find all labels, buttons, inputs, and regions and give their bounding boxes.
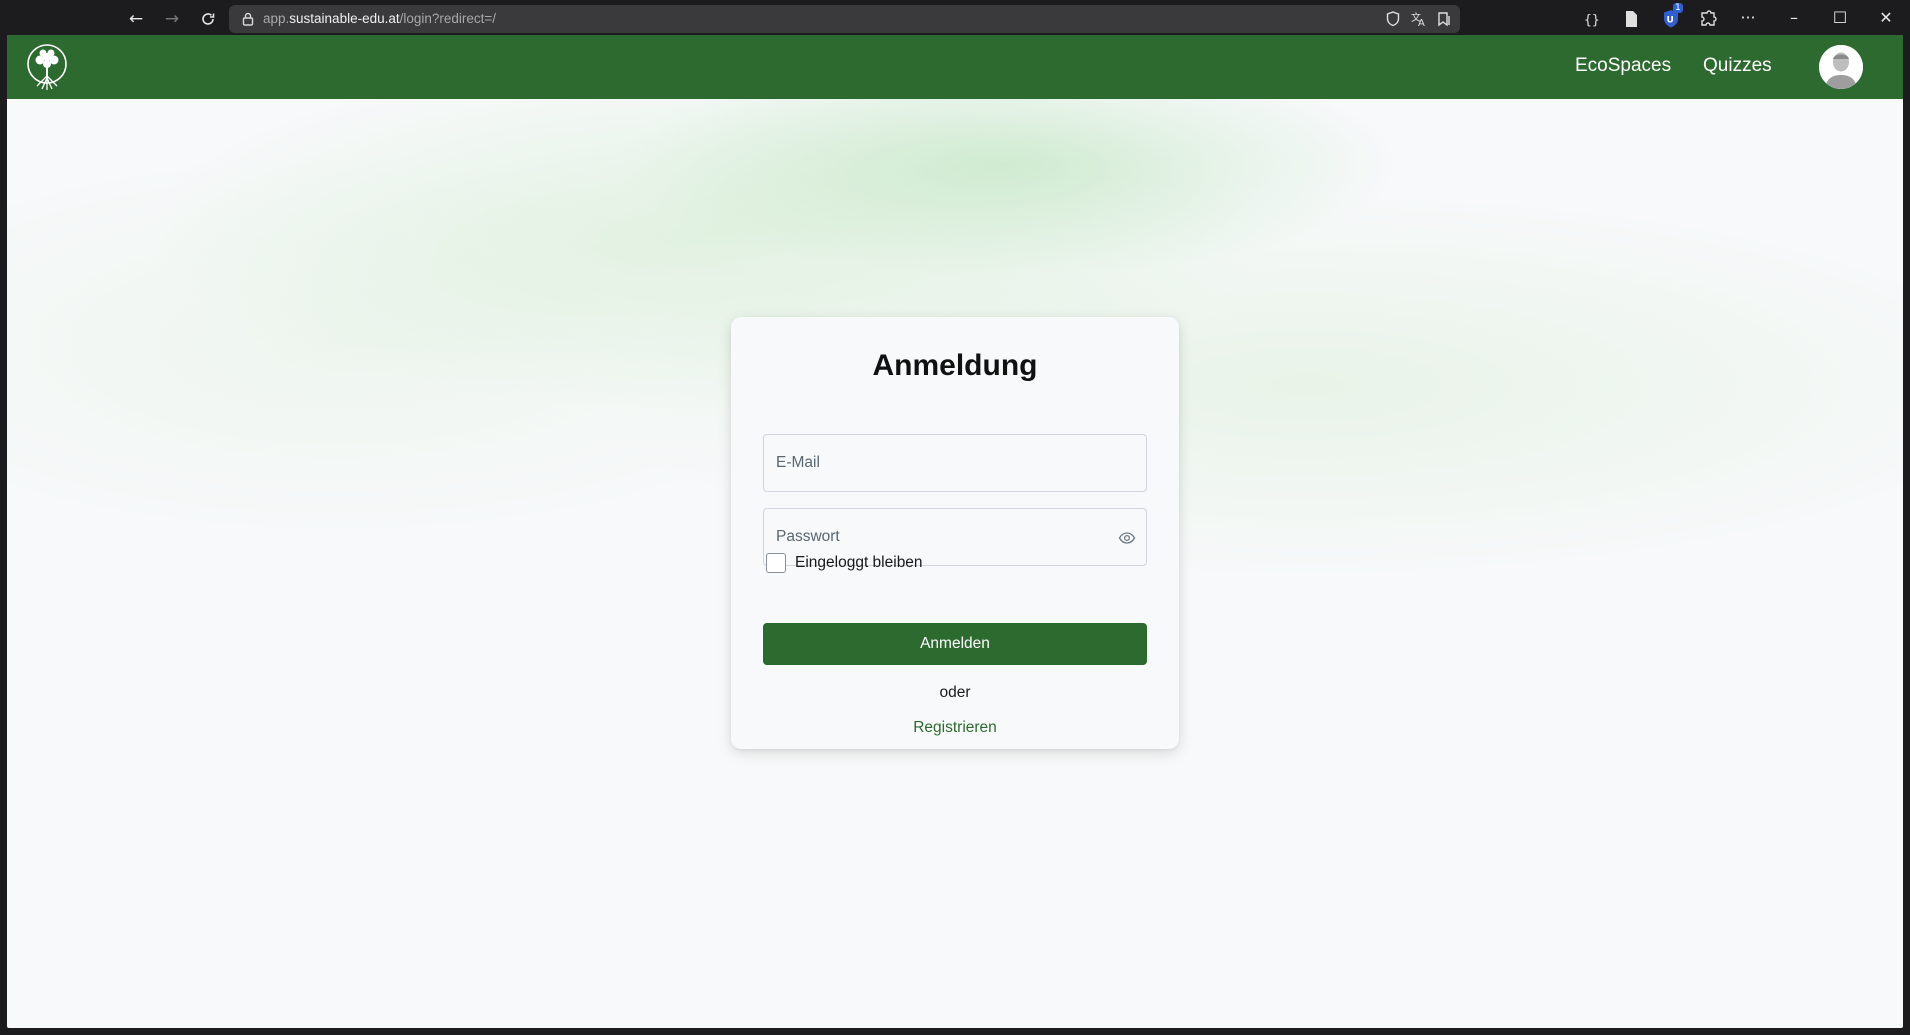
remember-me-label[interactable]: Eingeloggt bleiben (795, 554, 923, 572)
reader-view-icon[interactable] (1620, 8, 1642, 30)
svg-text:U: U (1667, 16, 1674, 26)
url-domain: sustainable-edu.at (289, 11, 400, 26)
nav-link-quizzes[interactable]: Quizzes (1703, 55, 1772, 77)
minimize-icon[interactable]: – (1782, 6, 1806, 30)
login-card: Anmeldung Eingeloggt bleiben Anmelden od… (731, 317, 1179, 749)
dev-tools-icon[interactable]: {} (1582, 8, 1604, 30)
translate-icon[interactable]: 文A (1410, 10, 1428, 28)
close-window-icon[interactable]: ✕ (1874, 6, 1898, 30)
bookmark-icon[interactable] (1435, 10, 1453, 28)
show-password-eye-icon[interactable] (1118, 529, 1136, 547)
maximize-icon[interactable]: ☐ (1828, 6, 1852, 30)
browser-toolbar: ← → app.sustainable-edu.at/login?redirec… (0, 0, 1910, 37)
forward-icon[interactable]: → (160, 7, 184, 31)
extensions-puzzle-icon[interactable] (1697, 8, 1719, 30)
login-submit-button[interactable]: Anmelden (763, 623, 1147, 665)
back-icon[interactable]: ← (124, 7, 148, 31)
email-field[interactable] (763, 434, 1147, 492)
url-path: /login?redirect=/ (399, 11, 497, 26)
address-bar[interactable]: app.sustainable-edu.at/login?redirect=/ … (229, 5, 1460, 33)
register-link[interactable]: Registrieren (913, 719, 997, 736)
page-viewport: EcoSpaces Quizzes Anmeldung Eingeloggt b… (7, 35, 1903, 1028)
svg-text:A: A (1418, 18, 1425, 28)
extension-badge: 1 (1673, 3, 1683, 13)
email-input[interactable] (764, 435, 1146, 491)
tracking-shield-icon[interactable] (1384, 10, 1402, 28)
or-separator: oder (939, 684, 971, 701)
register-link-container: Registrieren (731, 719, 1179, 737)
url-text: app.sustainable-edu.at/login?redirect=/ (263, 11, 496, 26)
remember-me-checkbox[interactable] (766, 553, 786, 573)
url-prefix: app. (263, 11, 290, 26)
app-header: EcoSpaces Quizzes (7, 35, 1903, 99)
lock-icon (242, 12, 254, 26)
reload-icon[interactable] (196, 7, 220, 31)
extension-ublock-icon[interactable]: U 1 (1660, 3, 1683, 30)
user-avatar-icon (1819, 45, 1863, 89)
avatar[interactable] (1819, 45, 1863, 89)
nav-link-ecospaces[interactable]: EcoSpaces (1575, 55, 1671, 77)
page-title: Anmeldung (872, 349, 1038, 382)
more-menu-icon[interactable]: ··· (1736, 6, 1760, 30)
svg-text:{}: {} (1584, 13, 1600, 28)
tree-logo-icon[interactable] (23, 42, 71, 92)
